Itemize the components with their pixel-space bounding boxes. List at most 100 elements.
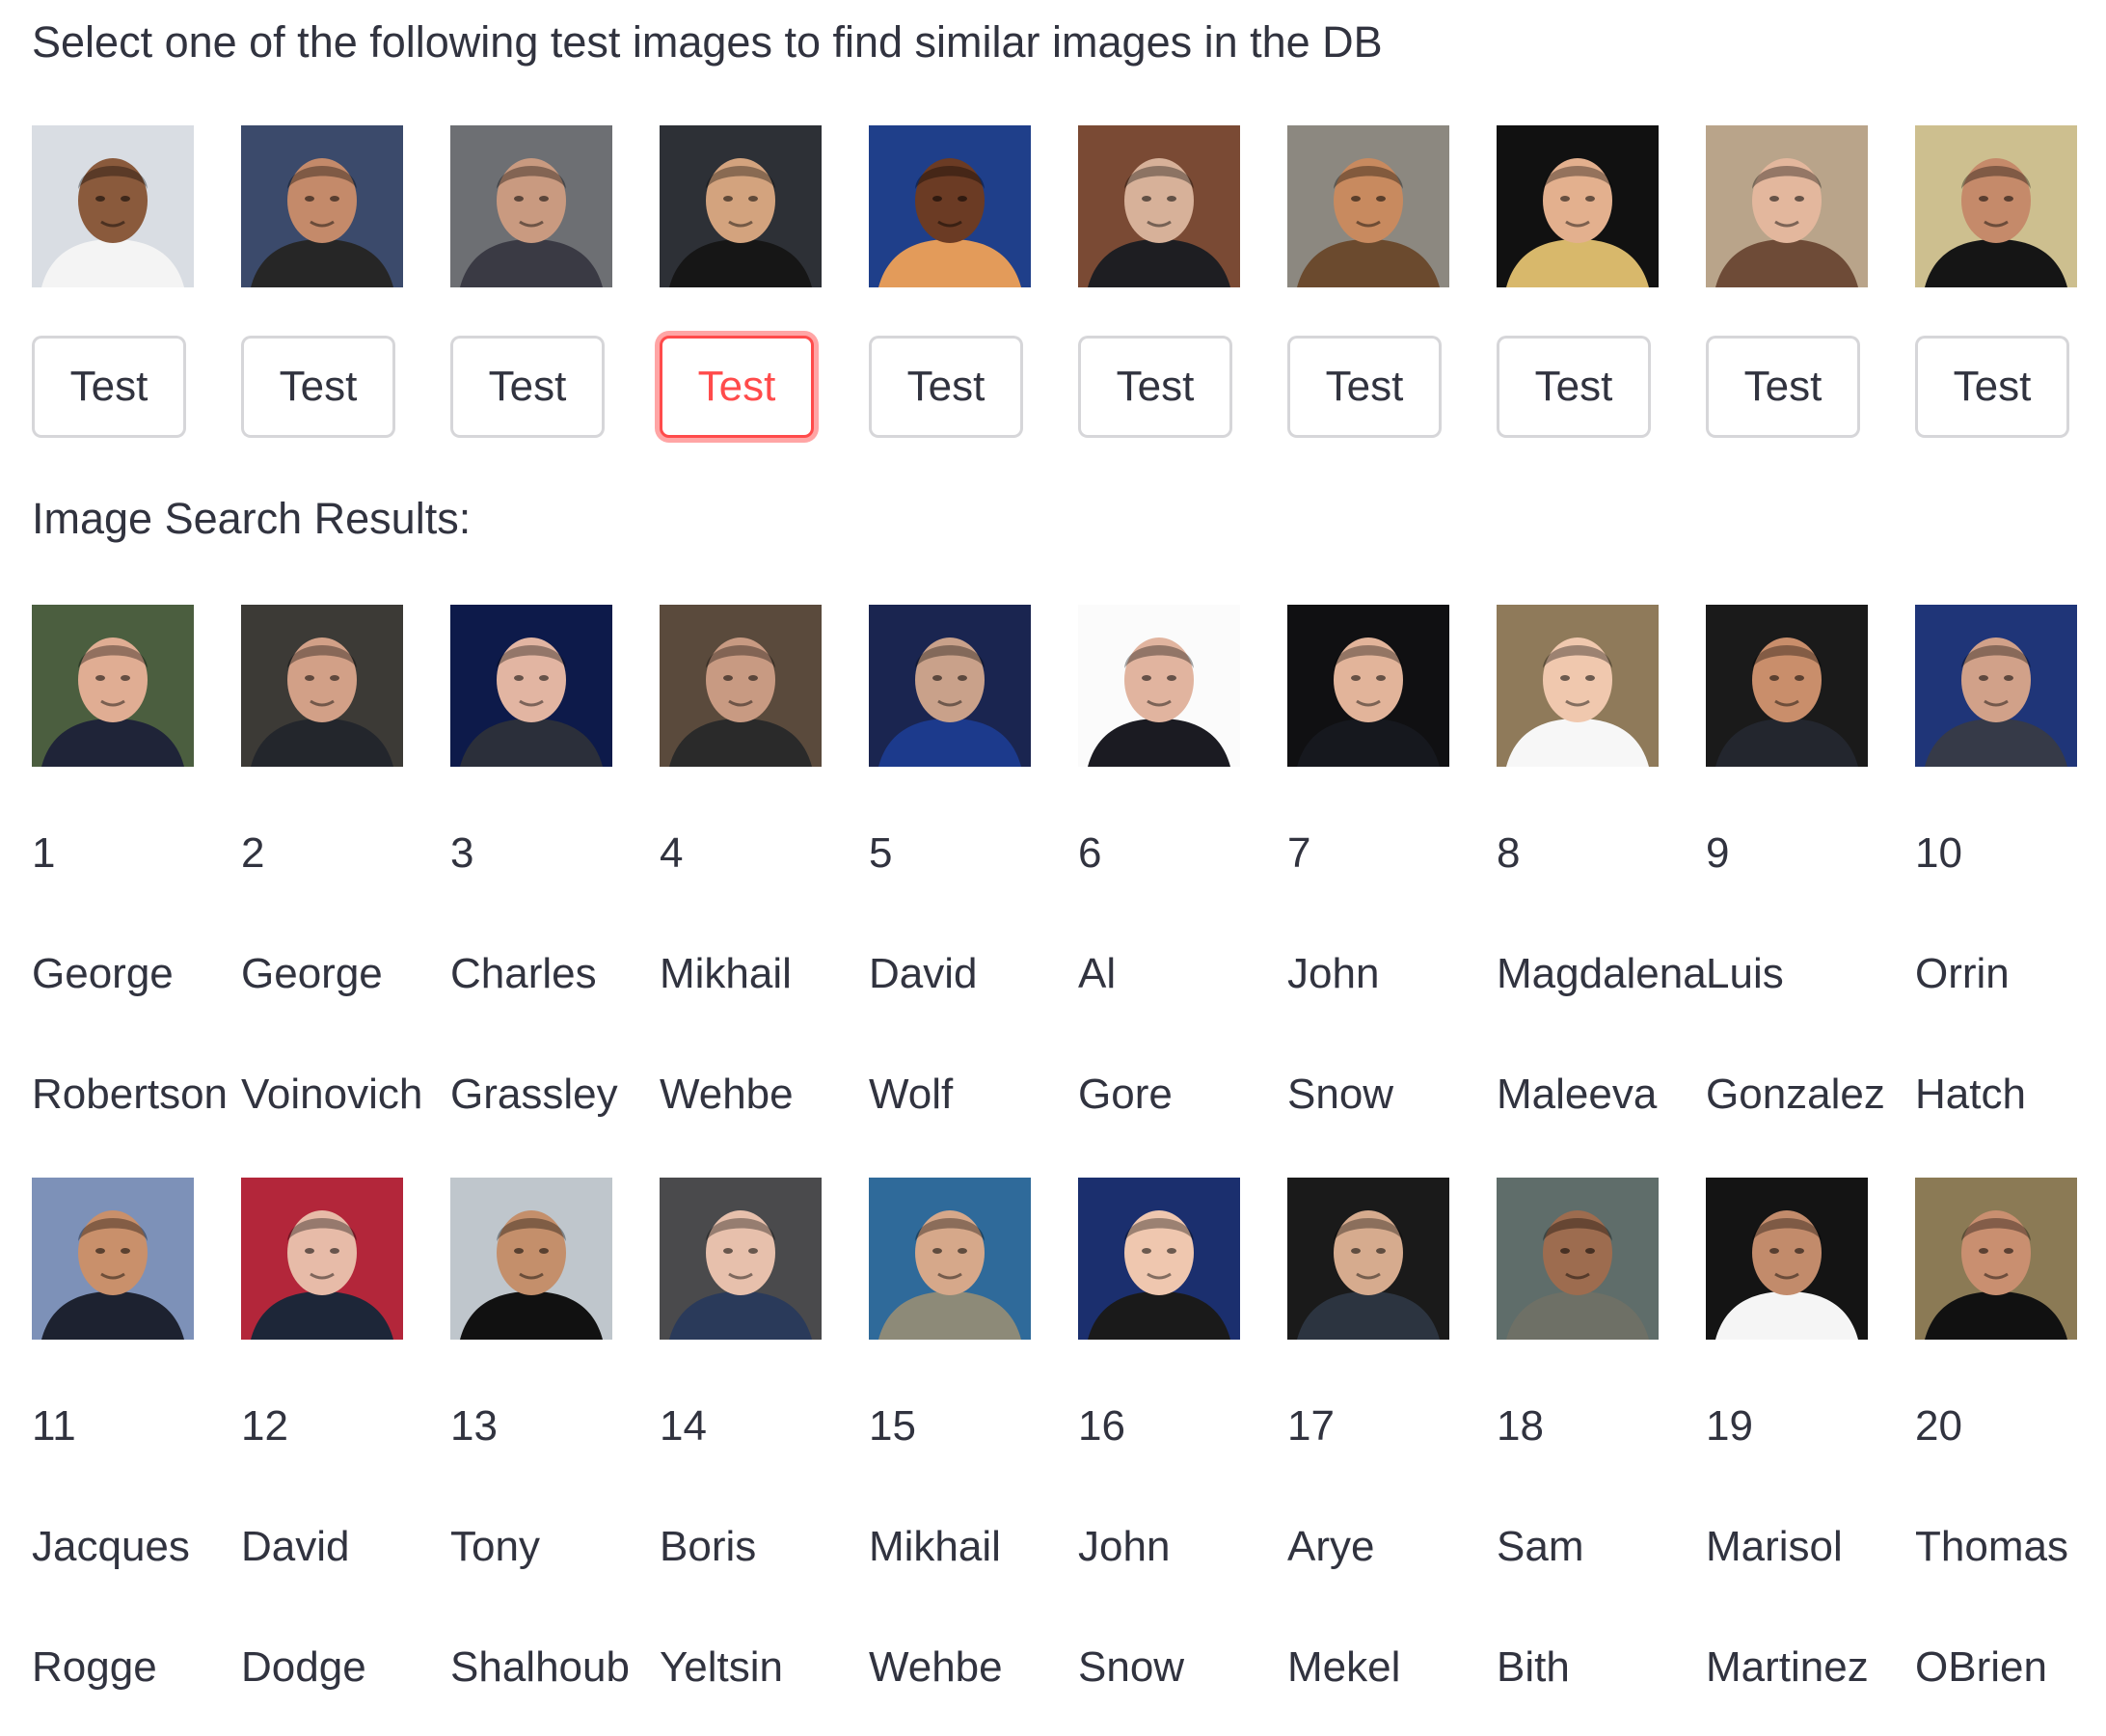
result-image-portrait	[660, 1178, 822, 1340]
result-first-name: Al	[1078, 950, 1117, 997]
test-image	[1706, 125, 1868, 287]
result-first-name: Thomas	[1915, 1523, 2068, 1570]
result-image	[1706, 1178, 1868, 1340]
result-last-name: Martinez	[1706, 1643, 1869, 1691]
result-first-name: Magdalena	[1497, 950, 1707, 997]
result-last-name: Snow	[1287, 1071, 1394, 1118]
result-image	[660, 605, 822, 767]
result-rank: 1	[32, 829, 56, 877]
result-rank: 10	[1915, 829, 1962, 877]
test-button[interactable]: Test	[241, 336, 395, 438]
result-image	[450, 1178, 612, 1340]
result-first-name: Charles	[450, 950, 597, 997]
result-image	[241, 1178, 403, 1340]
result-rank: 12	[241, 1402, 288, 1450]
result-image-portrait	[1915, 1178, 2077, 1340]
test-image	[32, 125, 194, 287]
result-image-portrait	[1915, 605, 2077, 767]
test-image	[1078, 125, 1240, 287]
result-first-name: Luis	[1706, 950, 1784, 997]
result-rank: 5	[869, 829, 893, 877]
result-last-name: Wehbe	[660, 1071, 794, 1118]
test-image-portrait	[1078, 125, 1240, 287]
test-image-portrait	[1497, 125, 1659, 287]
result-first-name: Orrin	[1915, 950, 2010, 997]
result-last-name: Wolf	[869, 1071, 954, 1118]
result-image-portrait	[1497, 605, 1659, 767]
result-first-name: John	[1287, 950, 1380, 997]
result-last-name: Shalhoub	[450, 1643, 630, 1691]
test-button[interactable]: Test	[1287, 336, 1442, 438]
test-button[interactable]: Test	[450, 336, 605, 438]
result-last-name: Rogge	[32, 1643, 157, 1691]
result-rank: 18	[1497, 1402, 1544, 1450]
test-button[interactable]: Test	[869, 336, 1023, 438]
result-image-portrait	[660, 605, 822, 767]
result-image	[1078, 605, 1240, 767]
result-first-name: George	[32, 950, 174, 997]
result-rank: 3	[450, 829, 474, 877]
result-rank: 17	[1287, 1402, 1335, 1450]
result-rank: 6	[1078, 829, 1102, 877]
result-rank: 20	[1915, 1402, 1962, 1450]
test-button[interactable]: Test	[1915, 336, 2069, 438]
result-last-name: Hatch	[1915, 1071, 2026, 1118]
result-rank: 4	[660, 829, 684, 877]
result-last-name: Robertson	[32, 1071, 229, 1118]
test-image-portrait	[32, 125, 194, 287]
result-first-name: David	[869, 950, 978, 997]
result-first-name: Sam	[1497, 1523, 1584, 1570]
result-image-portrait	[1287, 1178, 1449, 1340]
result-last-name: Snow	[1078, 1643, 1185, 1691]
result-rank: 16	[1078, 1402, 1125, 1450]
test-image	[1915, 125, 2077, 287]
result-image-portrait	[1497, 1178, 1659, 1340]
result-image-portrait	[241, 605, 403, 767]
result-rank: 8	[1497, 829, 1521, 877]
result-image	[1287, 605, 1449, 767]
result-image	[1497, 1178, 1659, 1340]
result-image-portrait	[1287, 605, 1449, 767]
test-image-portrait	[450, 125, 612, 287]
result-image-portrait	[450, 1178, 612, 1340]
result-image	[1915, 1178, 2077, 1340]
result-image	[1706, 605, 1868, 767]
result-image	[869, 605, 1031, 767]
result-image	[32, 1178, 194, 1340]
test-button[interactable]: Test	[1497, 336, 1651, 438]
result-last-name: Mekel	[1287, 1643, 1401, 1691]
result-last-name: Yeltsin	[660, 1643, 784, 1691]
result-last-name: Bith	[1497, 1643, 1570, 1691]
test-image	[660, 125, 822, 287]
result-image-portrait	[1706, 1178, 1868, 1340]
result-last-name: Gore	[1078, 1071, 1173, 1118]
result-first-name: George	[241, 950, 383, 997]
test-button[interactable]: Test	[1706, 336, 1860, 438]
test-button[interactable]: Test	[1078, 336, 1232, 438]
result-rank: 9	[1706, 829, 1730, 877]
test-image	[1497, 125, 1659, 287]
test-image-portrait	[1915, 125, 2077, 287]
result-image-portrait	[1078, 605, 1240, 767]
result-rank: 7	[1287, 829, 1311, 877]
result-image-portrait	[450, 605, 612, 767]
result-first-name: Jacques	[32, 1523, 190, 1570]
test-image-portrait	[869, 125, 1031, 287]
result-last-name: Grassley	[450, 1071, 618, 1118]
test-button[interactable]: Test	[660, 336, 814, 438]
result-first-name: Arye	[1287, 1523, 1375, 1570]
result-first-name: Mikhail	[660, 950, 792, 997]
test-image-portrait	[660, 125, 822, 287]
test-button[interactable]: Test	[32, 336, 186, 438]
result-image-portrait	[241, 1178, 403, 1340]
test-image	[1287, 125, 1449, 287]
result-first-name: Mikhail	[869, 1523, 1001, 1570]
result-image	[1287, 1178, 1449, 1340]
test-image-portrait	[1706, 125, 1868, 287]
test-image	[869, 125, 1031, 287]
result-rank: 14	[660, 1402, 707, 1450]
test-image	[450, 125, 612, 287]
result-last-name: Gonzalez	[1706, 1071, 1885, 1118]
result-last-name: OBrien	[1915, 1643, 2047, 1691]
page-prompt: Select one of the following test images …	[32, 17, 1383, 67]
